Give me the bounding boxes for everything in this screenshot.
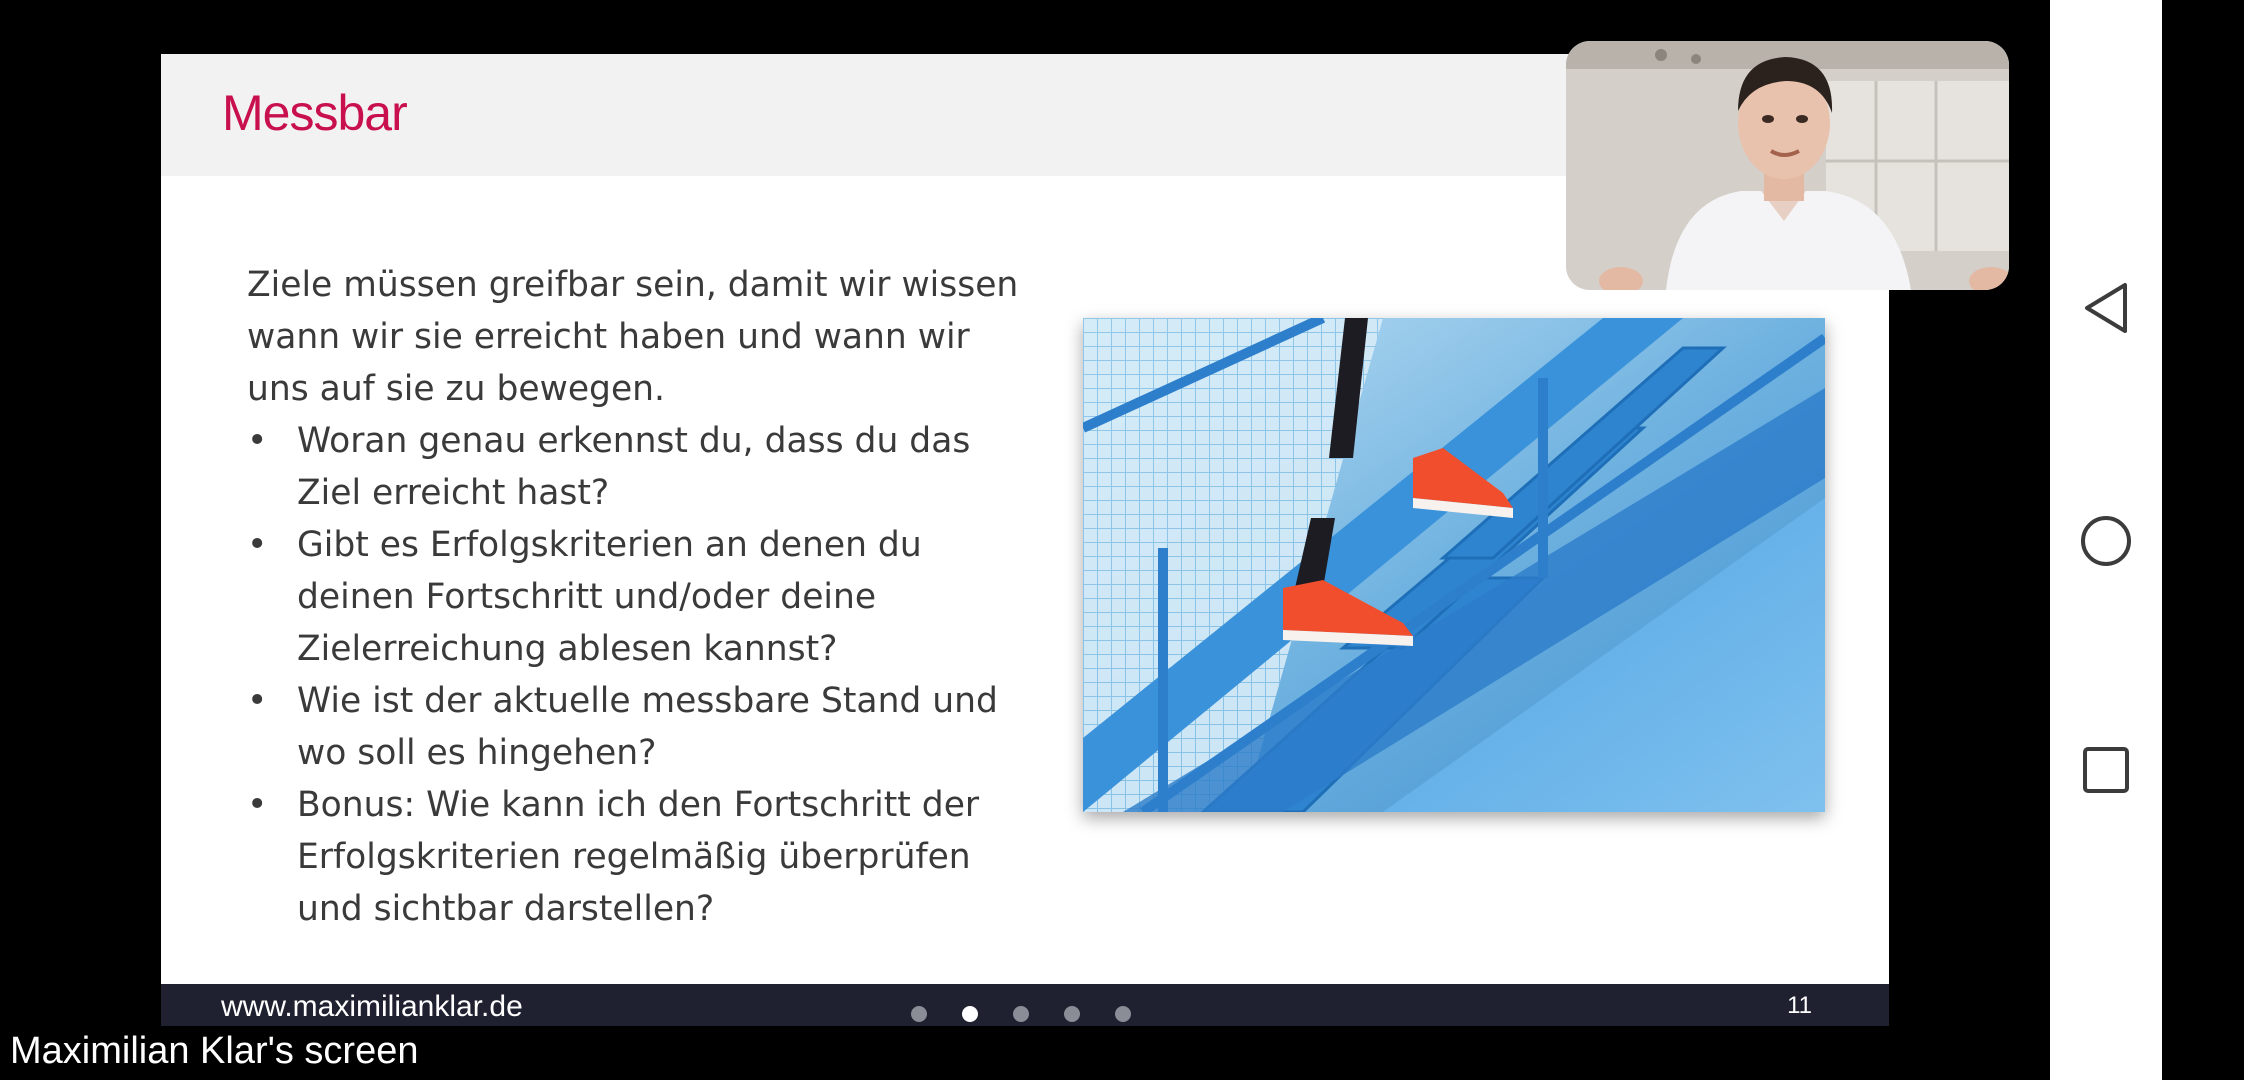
nav-bar-background: [2162, 0, 2244, 1080]
slide-body: Ziele müssen greifbar sein, damit wir wi…: [247, 259, 1027, 935]
bullet-item: Woran genau erkennst du, dass du das Zie…: [247, 415, 1027, 519]
bullet-list: Woran genau erkennst du, dass du das Zie…: [247, 415, 1027, 935]
presenter-video[interactable]: [1566, 41, 2009, 290]
presenter-video-graphic: [1566, 41, 2009, 290]
home-circle-icon: [2081, 516, 2131, 566]
back-button[interactable]: [2076, 278, 2136, 338]
pagination-dot: [1064, 1006, 1080, 1022]
pagination-dot: [1115, 1006, 1131, 1022]
slide-title: Messbar: [222, 85, 408, 141]
home-button[interactable]: [2076, 511, 2136, 571]
pagination-dots: [911, 1006, 1131, 1022]
bullet-item: Bonus: Wie kann ich den Fortschritt der …: [247, 779, 1027, 935]
stairs-photo: [1083, 318, 1825, 812]
pagination-dot-active: [962, 1006, 978, 1022]
recents-button[interactable]: [2076, 740, 2136, 800]
slide-footer: www.maximilianklar.de 11: [161, 984, 1889, 1026]
stairs-photo-graphic: [1083, 318, 1825, 812]
screen-share-view: Messbar Ziele müssen greifbar sein, dami…: [0, 0, 2244, 1080]
footer-url: www.maximilianklar.de: [221, 990, 523, 1023]
back-triangle-icon: [2085, 283, 2127, 333]
pagination-dot: [911, 1006, 927, 1022]
slide-page-number: 11: [1787, 992, 1812, 1019]
pagination-dot: [1013, 1006, 1029, 1022]
recents-square-icon: [2083, 747, 2129, 793]
screen-share-caption: Maximilian Klar's screen: [10, 1030, 419, 1072]
slide-intro-text: Ziele müssen greifbar sein, damit wir wi…: [247, 265, 1019, 409]
bullet-item: Gibt es Erfolgskriterien an denen du dei…: [247, 519, 1027, 675]
bullet-item: Wie ist der aktuelle messbare Stand und …: [247, 675, 1027, 779]
